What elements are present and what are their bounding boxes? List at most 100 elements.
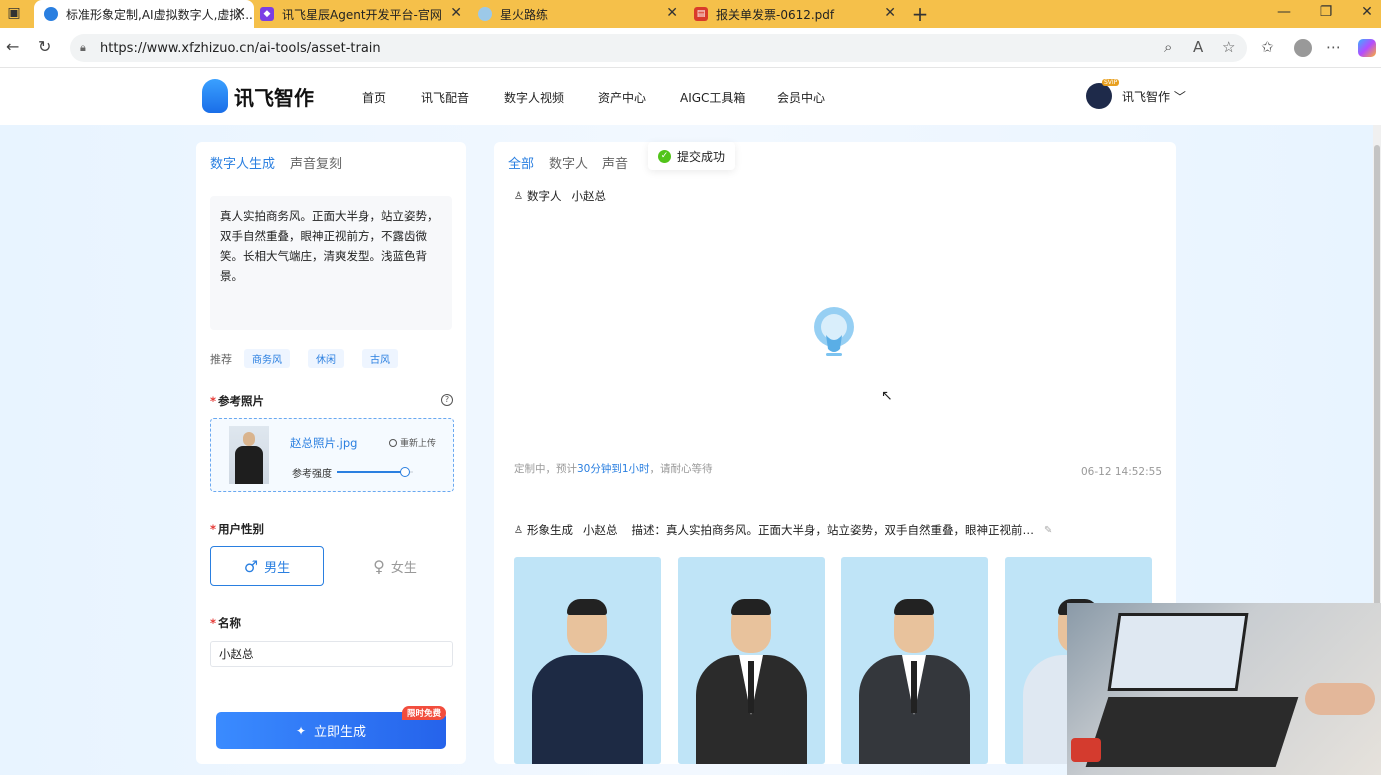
svip-badge: SVIP: [1102, 79, 1120, 86]
logo-mark-icon: [202, 79, 228, 113]
xunfei-tab-icon: [44, 7, 58, 21]
favorites-icon[interactable]: ✩: [1261, 38, 1274, 56]
reupload-icon: [389, 438, 397, 447]
nav-member-center[interactable]: 会员中心: [777, 89, 825, 106]
slider-fill: [337, 471, 406, 473]
tag-ancient[interactable]: 古风: [362, 349, 398, 368]
strength-slider[interactable]: [337, 467, 413, 477]
sparkle-icon: ✦: [295, 723, 307, 738]
generation-panel: 数字人生成 声音复刻 真人实拍商务风。正面大半身，站立姿势，双手自然重叠，眼神正…: [196, 142, 466, 764]
webcam-overlay: [1067, 603, 1381, 775]
refresh-icon[interactable]: ↻: [38, 37, 51, 56]
free-badge: 限时免费: [402, 706, 447, 720]
close-tab-icon[interactable]: ✕: [884, 5, 896, 21]
close-tab-icon[interactable]: ✕: [234, 5, 246, 21]
close-window-icon[interactable]: ✕: [1347, 4, 1381, 20]
female-icon: ♀: [373, 556, 385, 576]
close-tab-icon[interactable]: ✕: [450, 5, 462, 21]
profile-avatar-icon[interactable]: [1294, 39, 1312, 57]
edit-icon[interactable]: ✎: [1044, 525, 1052, 536]
tab-xingchen[interactable]: ◆ 讯飞星辰Agent开发平台-官网 ✕: [256, 0, 470, 28]
tag-business[interactable]: 商务风: [244, 349, 290, 368]
result-name: 小赵总: [571, 189, 606, 203]
slider-handle[interactable]: [400, 467, 411, 477]
result-image-card[interactable]: [841, 557, 988, 764]
name-section-label: * 名称: [210, 616, 242, 630]
laptop-keyboard: [1085, 697, 1299, 767]
reupload-button[interactable]: 重新上传: [389, 436, 436, 449]
toast-message: 提交成功: [677, 149, 726, 164]
maximize-icon[interactable]: ❐: [1306, 4, 1346, 20]
person-icon: ♙: [514, 524, 523, 536]
gender-section-label: * 用户性别: [210, 522, 265, 536]
tab-title: 讯飞星辰Agent开发平台-官网: [282, 7, 442, 22]
result-name: 小赵总: [582, 523, 618, 537]
tab-asset-train[interactable]: 标准形象定制,AI虚拟数字人,虚拟... ✕: [34, 0, 254, 28]
nav-digital-human-video[interactable]: 数字人视频: [504, 89, 564, 106]
strength-label: 参考强度: [292, 469, 332, 480]
tab-title: 报关单发票-0612.pdf: [716, 7, 835, 22]
nav-dubbing[interactable]: 讯飞配音: [421, 89, 469, 106]
tab-voice-clone[interactable]: 声音复刻: [290, 153, 342, 172]
copilot-icon[interactable]: [1358, 39, 1376, 57]
tab-pdf[interactable]: ▤ 报关单发票-0612.pdf ✕: [690, 0, 904, 28]
result-type: 形象生成: [526, 523, 573, 537]
tab-title: 标准形象定制,AI虚拟数字人,虚拟...: [66, 7, 253, 22]
tab-actions-icon[interactable]: ▣: [0, 5, 34, 21]
result-item-header: ♙ 数字人 小赵总: [514, 188, 606, 204]
avatar: SVIP: [1086, 79, 1120, 109]
result-description: 描述：真人实拍商务风。正面大半身，站立姿势，双手自然重叠，眼神正视前…: [631, 523, 1034, 537]
photo-upload-box[interactable]: 赵总照片.jpg 重新上传 参考强度: [210, 418, 454, 492]
loading-icon: [814, 307, 854, 356]
user-name: 讯飞智作 ﹀: [1122, 89, 1186, 104]
laptop-screen: [1107, 613, 1249, 691]
read-aloud-icon[interactable]: A: [1193, 38, 1203, 56]
site-logo[interactable]: 讯飞智作: [202, 79, 314, 113]
mouse-cursor-icon: ↖: [881, 388, 893, 404]
person-icon: ♙: [514, 190, 523, 202]
new-tab-button[interactable]: +: [900, 2, 940, 26]
photo-filename: 赵总照片.jpg: [290, 436, 358, 450]
pdf-tab-icon: ▤: [694, 7, 708, 21]
result-item-header: ♙ 形象生成 小赵总 描述：真人实拍商务风。正面大半身，站立姿势，双手自然重叠，…: [514, 522, 1052, 538]
zoom-icon[interactable]: ⌕: [1164, 38, 1172, 56]
gender-male-button[interactable]: ♂ 男生: [210, 546, 324, 586]
recommend-row: 推荐 商务风 休闲 古风: [210, 349, 398, 368]
xingchen-tab-icon: ◆: [260, 7, 274, 21]
hand: [1305, 683, 1375, 715]
more-menu-icon[interactable]: ⋯: [1326, 38, 1341, 56]
photo-section-label: * 参考照片: [210, 394, 265, 408]
result-image-card[interactable]: [514, 557, 661, 764]
tab-digital-human-gen[interactable]: 数字人生成: [210, 153, 275, 172]
favorite-star-icon[interactable]: ☆: [1222, 38, 1235, 56]
user-menu[interactable]: SVIP 讯飞智作 ﹀: [1086, 79, 1186, 109]
tag-casual[interactable]: 休闲: [308, 349, 344, 368]
name-input[interactable]: [210, 641, 453, 667]
check-icon: ✓: [658, 149, 671, 163]
site-header: 讯飞智作 首页 讯飞配音 数字人视频 资产中心 AIGC工具箱 会员中心 SVI…: [0, 68, 1381, 125]
result-timestamp: 06-12 14:52:55: [1081, 466, 1163, 478]
nav-aigc-toolbox[interactable]: AIGC工具箱: [680, 89, 745, 106]
close-tab-icon[interactable]: ✕: [666, 5, 678, 21]
progress-status: 定制中，预计30分钟到1小时，请耐心等待: [514, 463, 713, 475]
url-field[interactable]: 🔒︎ https://www.xfzhizuo.cn/ai-tools/asse…: [70, 34, 1247, 62]
filter-voice[interactable]: 声音: [602, 153, 628, 172]
tab-title: 星火路练: [500, 7, 549, 22]
gender-female-button[interactable]: ♀ 女生: [338, 546, 452, 586]
red-button: [1071, 738, 1101, 762]
address-bar-row: ← ↻ 🔒︎ https://www.xfzhizuo.cn/ai-tools/…: [0, 28, 1381, 68]
filter-digital-human[interactable]: 数字人: [549, 153, 588, 172]
nav-asset-center[interactable]: 资产中心: [598, 89, 646, 106]
male-icon: ♂: [243, 556, 259, 576]
back-icon[interactable]: ←: [6, 37, 19, 56]
filter-all[interactable]: 全部: [508, 153, 534, 172]
help-icon[interactable]: ?: [441, 394, 453, 406]
result-type: 数字人: [526, 189, 562, 203]
nav-home[interactable]: 首页: [362, 89, 386, 106]
tab-xinghuo[interactable]: 星火路练 ✕: [474, 0, 686, 28]
minimize-icon[interactable]: —: [1264, 4, 1304, 20]
xinghuo-tab-icon: [478, 7, 492, 21]
result-image-card[interactable]: [678, 557, 825, 764]
browser-tab-bar: ▣ 标准形象定制,AI虚拟数字人,虚拟... ✕ ◆ 讯飞星辰Agent开发平台…: [0, 0, 1381, 28]
prompt-textarea[interactable]: 真人实拍商务风。正面大半身，站立姿势，双手自然重叠，眼神正视前方，不露齿微笑。长…: [210, 196, 452, 330]
